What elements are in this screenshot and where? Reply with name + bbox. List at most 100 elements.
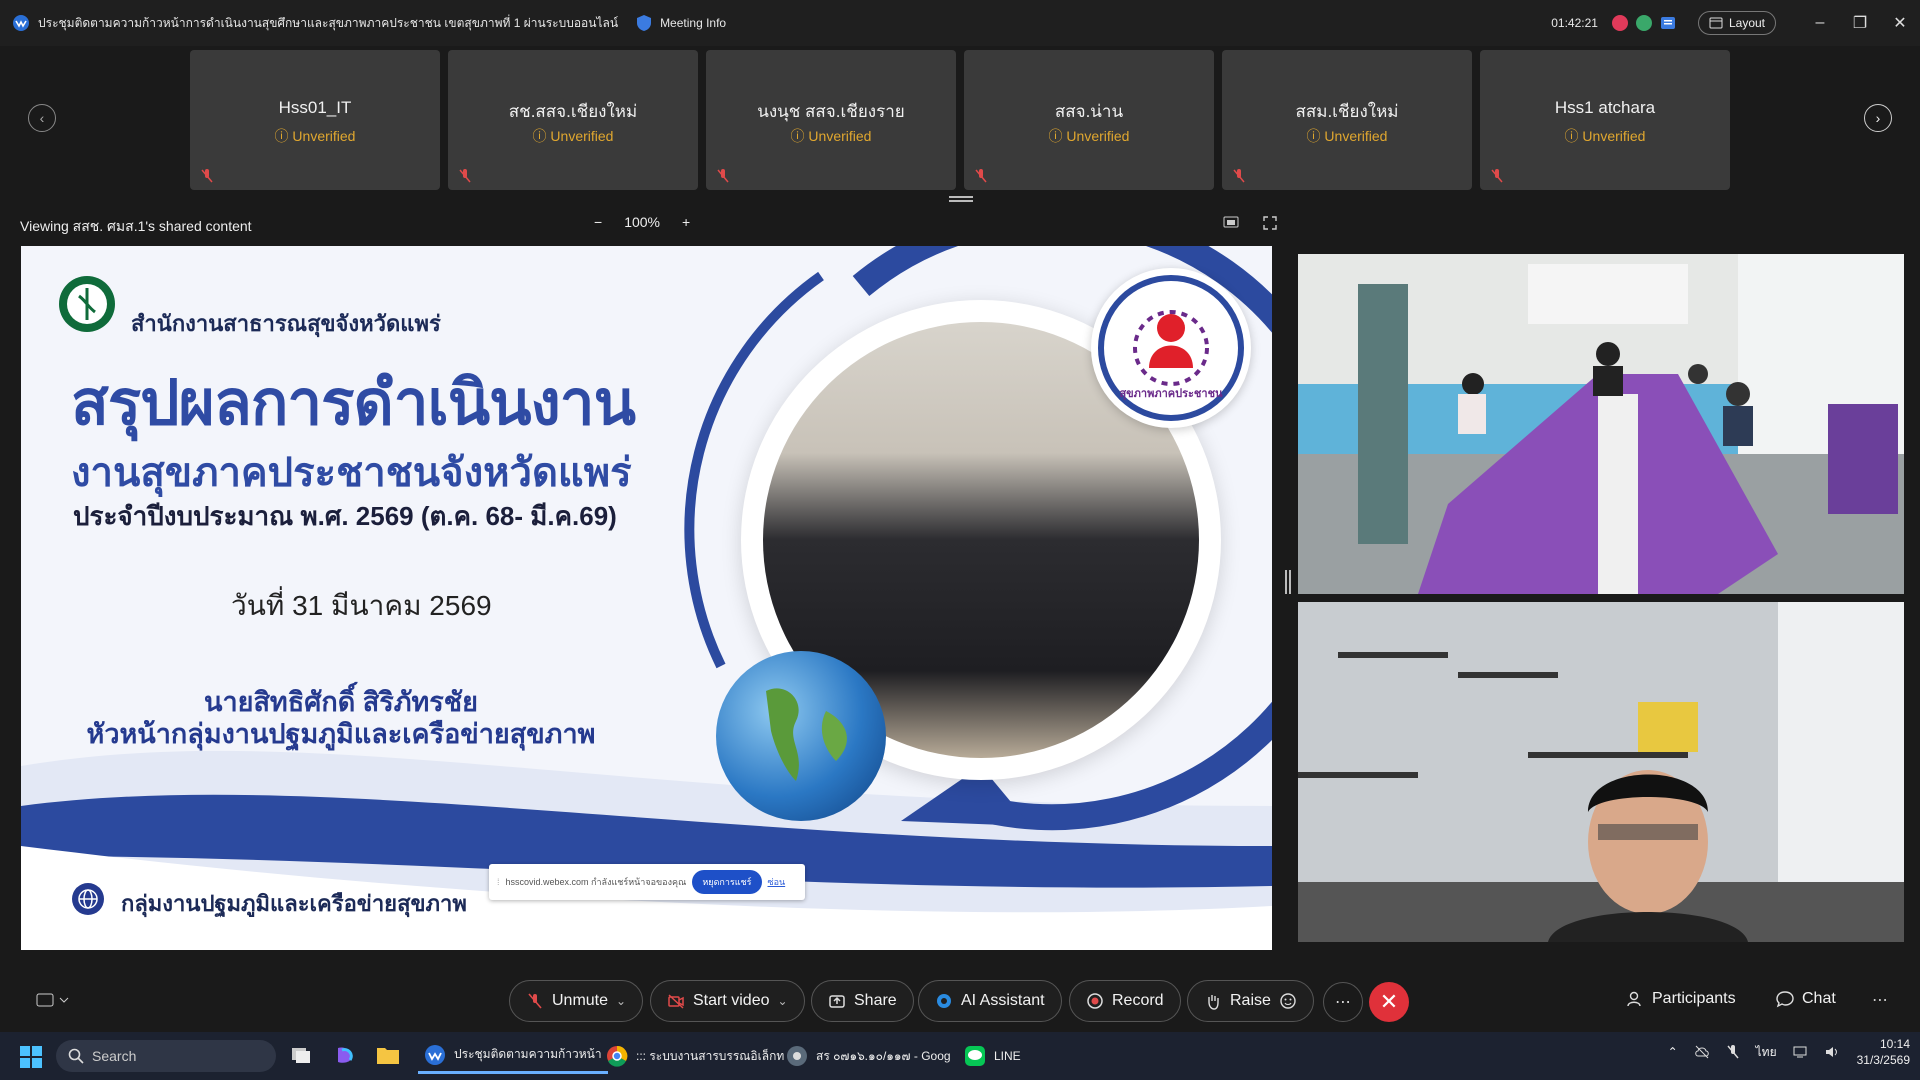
video-feed-presenter[interactable] — [1298, 602, 1904, 942]
hide-notice-link[interactable]: ซ่อน — [768, 875, 786, 889]
network-icon[interactable] — [1793, 1045, 1809, 1059]
participant-tile[interactable]: สช.สสจ.เชียงใหม่ ⓘ Unverified — [448, 50, 698, 190]
panel-resize-handle[interactable] — [1285, 570, 1291, 594]
file-explorer-icon[interactable] — [376, 1044, 400, 1066]
drag-grip-icon[interactable]: ⁞ — [497, 877, 500, 887]
unverified-badge: ⓘ Unverified — [790, 128, 872, 144]
participant-name: Hss1 atchara — [1554, 98, 1656, 117]
pop-out-icon[interactable] — [1223, 216, 1239, 230]
clock-time: 10:14 — [1879, 1037, 1910, 1051]
muted-mic-icon — [1233, 169, 1245, 183]
stop-sharing-button[interactable]: หยุดการแชร์ — [692, 870, 762, 894]
chat-icon — [1776, 991, 1794, 1008]
share-button[interactable]: Share — [811, 980, 914, 1022]
people-health-logo-label: สุขภาพภาคประชาชน — [1119, 388, 1223, 400]
zoom-out-button[interactable]: − — [594, 214, 602, 230]
participant-tile[interactable]: สสจ.น่าน ⓘ Unverified — [964, 50, 1214, 190]
start-video-label: Start video — [693, 992, 770, 1009]
taskbar-search[interactable]: Search — [56, 1040, 276, 1072]
raise-hand-button[interactable]: Raise — [1187, 980, 1314, 1022]
muted-mic-icon — [1491, 169, 1503, 183]
recording-indicator-icon[interactable] — [1611, 15, 1628, 31]
record-icon — [1087, 993, 1103, 1009]
system-tray: ⌃ ไทย 10:14 31/3/2569 — [1668, 1036, 1910, 1068]
more-options-button[interactable]: ⋯ — [1323, 982, 1363, 1022]
participant-name: Hss01_IT — [278, 98, 352, 117]
muted-mic-icon — [717, 169, 729, 183]
reactions-icon[interactable] — [1279, 992, 1297, 1010]
strip-resize-handle[interactable] — [949, 196, 973, 202]
more-panel-options-icon[interactable]: ⋯ — [1872, 990, 1888, 1010]
volume-icon[interactable] — [1825, 1045, 1841, 1059]
layout-label: Layout — [1728, 16, 1765, 30]
start-video-button[interactable]: Start video ⌄ — [650, 980, 805, 1022]
strip-next-button[interactable]: › — [1864, 104, 1892, 132]
hand-icon — [1208, 995, 1219, 1010]
notes-icon[interactable] — [1660, 15, 1678, 31]
share-tools — [1223, 216, 1277, 230]
captions-icon[interactable] — [36, 992, 70, 1010]
input-language[interactable]: ไทย — [1756, 1043, 1777, 1062]
browser-profile-icon — [787, 1046, 807, 1066]
muted-mic-icon — [459, 169, 471, 183]
taskbar-app-google[interactable]: สร ๐๗๑๖.๑๐/๑๑๗ - Goog — [780, 1038, 957, 1074]
webex-logo-icon — [13, 15, 29, 31]
layout-button[interactable]: Layout — [1697, 11, 1776, 35]
participant-tile[interactable]: Hss1 atchara ⓘ Unverified — [1480, 50, 1730, 190]
taskbar-app-chrome[interactable]: ::: ระบบงานสารบรรณอิเล็กท — [600, 1038, 790, 1074]
unmute-button[interactable]: Unmute ⌄ — [509, 980, 644, 1022]
chrome-icon — [607, 1045, 628, 1067]
taskbar-app-line[interactable]: LINE — [958, 1038, 1027, 1074]
participant-tile[interactable]: สสม.เชียงใหม่ ⓘ Unverified — [1222, 50, 1472, 190]
close-icon[interactable]: ✕ — [1880, 13, 1920, 33]
task-view-icon[interactable] — [290, 1044, 312, 1066]
title-bar: ประชุมติดตามความก้าวหน้าการดำเนินงานสุขศ… — [0, 0, 1920, 46]
ai-indicator-icon[interactable] — [1635, 15, 1652, 31]
slide-subheading: งานสุขภาคประชาชนจังหวัดแพร่ — [71, 451, 632, 495]
clock-date: 31/3/2569 — [1856, 1053, 1910, 1067]
tray-overflow-icon[interactable]: ⌃ — [1668, 1045, 1678, 1059]
record-button[interactable]: Record — [1069, 980, 1181, 1022]
search-icon — [68, 1048, 84, 1064]
people-health-logo-icon — [1098, 275, 1244, 421]
shared-slide: สำนักงานสาธารณสุขจังหวัดแพร่ สรุปผลการดำ… — [21, 246, 1272, 950]
system-clock[interactable]: 10:14 31/3/2569 — [1857, 1036, 1910, 1068]
taskbar-app-label: ประชุมติดตามความก้าวหน้า — [454, 1047, 602, 1061]
mic-muted-tray-icon[interactable] — [1726, 1044, 1740, 1060]
shield-icon[interactable] — [636, 14, 652, 32]
chevron-down-icon[interactable]: ⌄ — [616, 994, 626, 1008]
participants-label: Participants — [1652, 990, 1736, 1007]
copilot-icon[interactable] — [334, 1044, 356, 1066]
chevron-down-icon[interactable]: ⌄ — [777, 994, 787, 1008]
chat-label: Chat — [1802, 990, 1836, 1007]
unverified-badge: ⓘ Unverified — [274, 128, 356, 144]
muted-mic-icon — [975, 169, 987, 183]
slide-fiscal-year: ประจำปีงบประมาณ พ.ศ. 2569 (ต.ค. 68- มี.ค… — [73, 501, 617, 531]
chat-button[interactable]: Chat — [1776, 990, 1836, 1008]
strip-prev-button[interactable]: ‹ — [28, 104, 56, 132]
screen-share-notice: ⁞ hsscovid.webex.com กำลังแชร์หน้าจอของค… — [489, 864, 805, 900]
ai-assistant-button[interactable]: AI Assistant — [918, 980, 1062, 1022]
fullscreen-icon[interactable] — [1263, 216, 1277, 230]
presenter-title: หัวหน้ากลุ่มงานปฐมภูมิและเครือข่ายสุขภาพ — [86, 719, 596, 749]
minimize-icon[interactable]: – — [1800, 14, 1840, 32]
webex-app-icon — [425, 1044, 445, 1065]
taskbar-app-webex[interactable]: ประชุมติดตามความก้าวหน้า — [418, 1038, 608, 1074]
taskbar-app-label: LINE — [994, 1049, 1021, 1063]
restore-icon[interactable]: ❐ — [1840, 13, 1880, 33]
meeting-info-link[interactable]: Meeting Info — [660, 16, 726, 30]
participants-button[interactable]: Participants — [1626, 990, 1736, 1008]
video-off-icon — [668, 994, 684, 1009]
windows-start-icon[interactable] — [20, 1046, 42, 1068]
leave-meeting-button[interactable]: ✕ — [1369, 982, 1409, 1022]
office-name: สำนักงานสาธารณสุขจังหวัดแพร่ — [131, 311, 441, 336]
cloud-off-icon[interactable] — [1694, 1045, 1710, 1059]
participant-tile[interactable]: นงนุช สสจ.เชียงราย ⓘ Unverified — [706, 50, 956, 190]
zoom-in-button[interactable]: + — [682, 214, 690, 230]
participant-tile[interactable]: Hss01_IT ⓘ Unverified — [190, 50, 440, 190]
presenter-block: นายสิทธิศักดิ์ สิริภัทรชัย หัวหน้ากลุ่มง… — [21, 686, 661, 750]
windows-taskbar: Search ประชุมติดตามความก้าวหน้า ::: ระบบ… — [0, 1032, 1920, 1080]
video-feed-room[interactable] — [1298, 254, 1904, 594]
presenter-name: นายสิทธิศักดิ์ สิริภัทรชัย — [204, 687, 478, 717]
participant-name: นงนุช สสจ.เชียงราย — [757, 102, 905, 121]
